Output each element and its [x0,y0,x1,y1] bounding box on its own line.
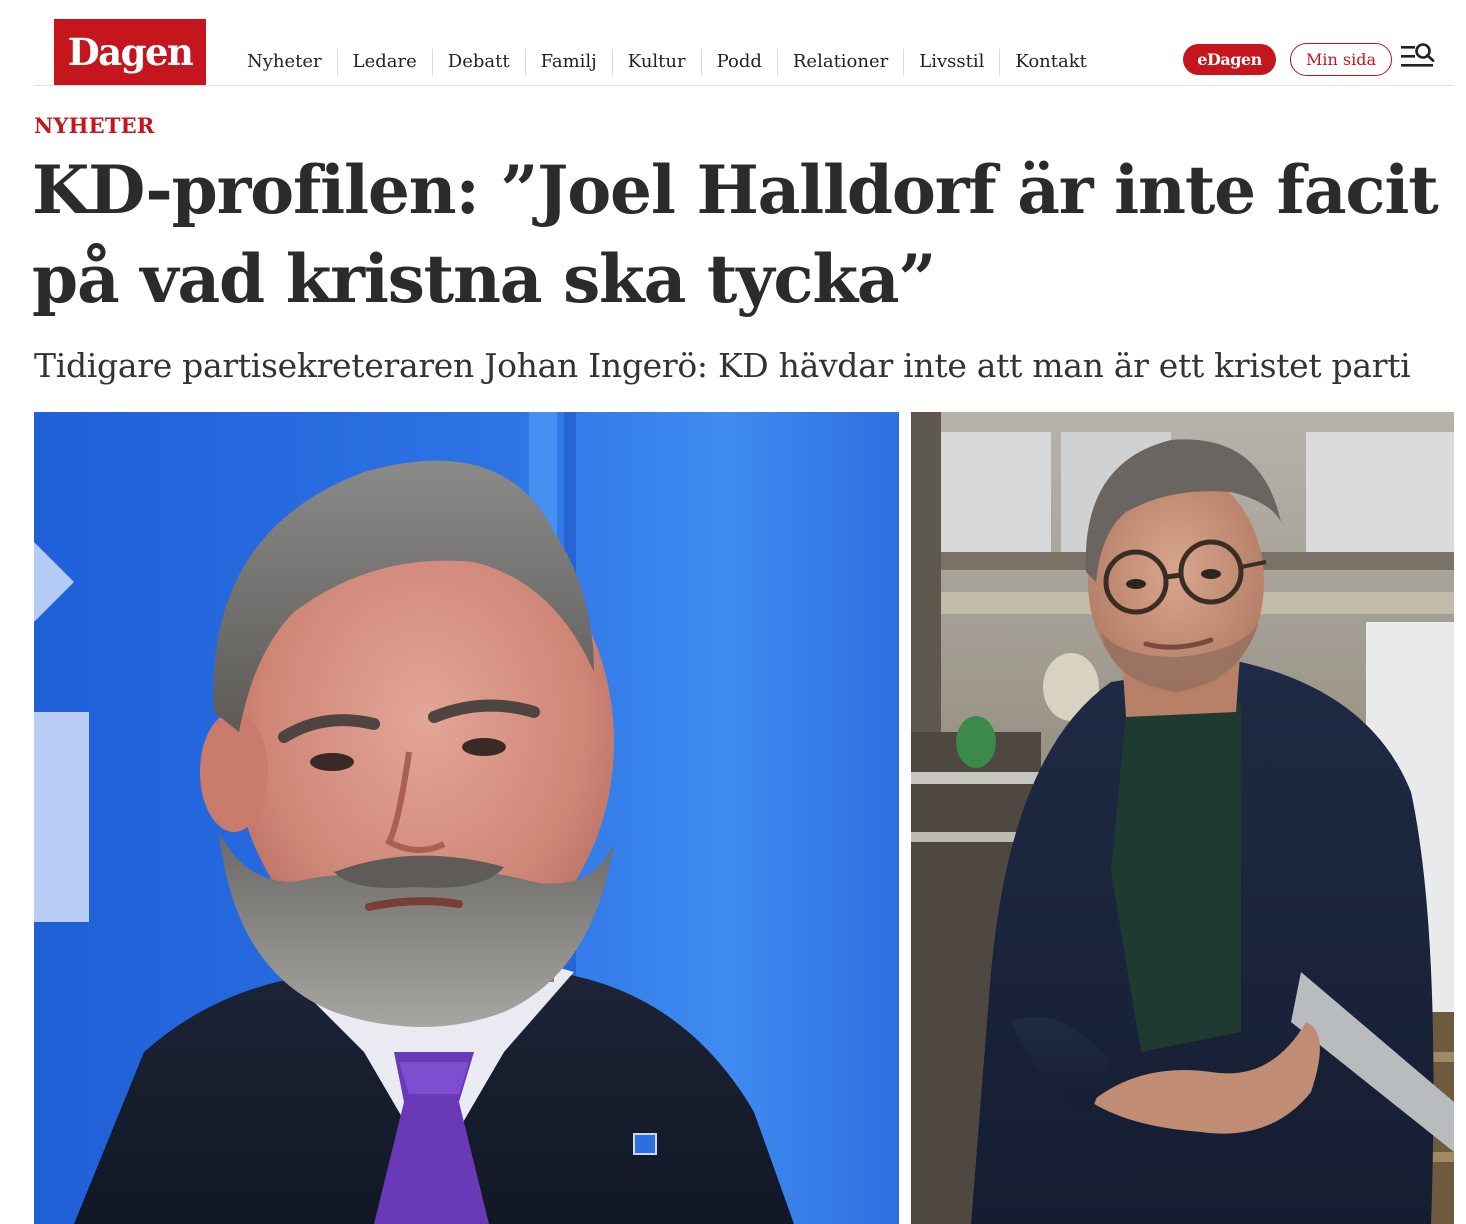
nav-item-ledare[interactable]: Ledare [336,49,432,75]
article-photo-right [911,412,1454,1224]
menu-search-icon[interactable] [1400,42,1436,72]
article-headline: KD-profilen: ”Joel Halldorf är inte faci… [32,151,1439,318]
article-photo-left [34,412,899,1224]
article-subhead: Tidigare partisekreteraren Johan Ingerö:… [34,346,1411,385]
nav-item-podd[interactable]: Podd [700,49,777,75]
nav-item-livsstil[interactable]: Livsstil [903,49,999,75]
edagen-button[interactable]: eDagen [1183,44,1276,75]
article-kicker[interactable]: NYHETER [34,113,155,138]
nav-item-debatt[interactable]: Debatt [431,49,525,75]
nav-item-kultur[interactable]: Kultur [611,49,701,75]
nav-item-familj[interactable]: Familj [524,49,612,75]
nav-item-nyheter[interactable]: Nyheter [232,49,337,75]
dagen-logo[interactable]: Dagen [54,19,206,85]
site-header: Dagen Nyheter Ledare Debatt Familj Kultu… [34,0,1454,86]
nav-item-kontakt[interactable]: Kontakt [999,49,1102,75]
logo-text: Dagen [67,30,194,74]
main-nav: Nyheter Ledare Debatt Familj Kultur Podd… [232,49,1102,75]
min-sida-button[interactable]: Min sida [1290,43,1392,76]
nav-item-relationer[interactable]: Relationer [776,49,903,75]
